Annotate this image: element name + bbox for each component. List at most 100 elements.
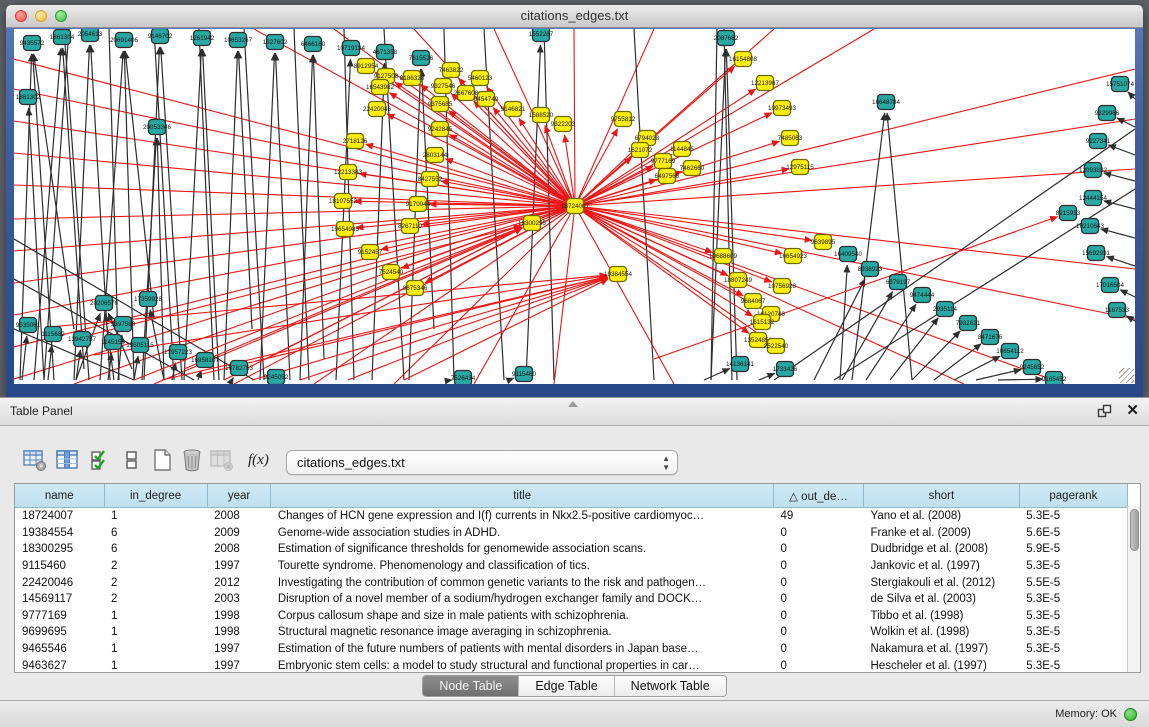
network-graph[interactable]: 1872400719384554183002959435572186130420…: [14, 29, 1135, 384]
graph-node[interactable]: 1167533: [1105, 303, 1130, 318]
graph-node[interactable]: 1144845: [670, 142, 695, 157]
graph-node[interactable]: 10756928: [768, 279, 797, 294]
table-cell[interactable]: Nakamura et al. (1997): [864, 641, 1020, 658]
table-cell[interactable]: 5.5E-5: [1019, 574, 1127, 591]
graph-node[interactable]: 5460123: [468, 71, 493, 86]
graph-node[interactable]: 8471676: [978, 330, 1003, 345]
table-cell[interactable]: 1998: [207, 624, 271, 641]
function-builder-icon[interactable]: f(x): [248, 447, 274, 473]
graph-node[interactable]: 9146821: [501, 102, 526, 117]
table-cell[interactable]: 18300295: [15, 541, 104, 558]
network-canvas[interactable]: 1872400719384554183002959435572186130420…: [14, 29, 1135, 384]
graph-node[interactable]: 18107552: [329, 194, 358, 209]
table-cell[interactable]: 5.3E-5: [1019, 558, 1127, 575]
column-header-indegree[interactable]: in_degree: [104, 484, 207, 508]
delete-column-icon[interactable]: [179, 447, 205, 473]
table-scrollbar-thumb[interactable]: [1130, 509, 1139, 551]
tab-network-table[interactable]: Network Table: [615, 676, 726, 696]
graph-node[interactable]: 16210643: [1076, 219, 1105, 234]
graph-node[interactable]: 9322203: [551, 117, 576, 132]
graph-node[interactable]: 1552287: [529, 29, 554, 42]
table-cell[interactable]: 0: [774, 657, 864, 673]
panel-resize-handle-icon[interactable]: [568, 401, 578, 407]
minimize-window-icon[interactable]: [35, 10, 47, 22]
table-cell[interactable]: Yano et al. (2008): [864, 508, 1020, 525]
table-cell[interactable]: 5.3E-5: [1019, 591, 1127, 608]
graph-node[interactable]: 7526434: [451, 371, 476, 385]
table-row[interactable]: 911546021997Tourette syndrome. Phenomeno…: [15, 558, 1128, 575]
table-cell[interactable]: 5.9E-5: [1019, 541, 1127, 558]
table-cell[interactable]: 9699695: [15, 624, 104, 641]
table-row[interactable]: 946554611997Estimation of the future num…: [15, 641, 1128, 658]
table-cell[interactable]: 2008: [207, 508, 271, 525]
graph-node[interactable]: 10654112: [996, 344, 1024, 359]
graph-node[interactable]: 4671358: [373, 45, 398, 60]
table-cell[interactable]: 2003: [207, 591, 271, 608]
table-row[interactable]: 2242004622012Investigating the contribut…: [15, 574, 1128, 591]
graph-node[interactable]: 9435572: [20, 36, 45, 51]
graph-node[interactable]: 9777169: [651, 154, 676, 169]
table-cell[interactable]: 2: [104, 574, 207, 591]
table-cell[interactable]: 2009: [207, 525, 271, 542]
table-cell[interactable]: 5.3E-5: [1019, 608, 1127, 625]
graph-node[interactable]: 10653267: [224, 33, 253, 48]
graph-node[interactable]: 9755812: [611, 112, 636, 127]
table-cell[interactable]: Hescheler et al. (1997): [864, 657, 1020, 673]
node-table[interactable]: namein_degreeyeartitle△ out_de…shortpage…: [14, 483, 1141, 673]
graph-node[interactable]: 2803144: [423, 148, 448, 163]
resize-grip-icon[interactable]: [1119, 368, 1134, 383]
table-settings-icon[interactable]: [22, 447, 48, 473]
graph-node[interactable]: 9329966: [1095, 106, 1120, 121]
table-row[interactable]: 1938455462009Genome-wide association stu…: [15, 525, 1128, 542]
zoom-window-icon[interactable]: [55, 10, 67, 22]
graph-node[interactable]: 9327546: [431, 79, 456, 94]
table-cell[interactable]: 1998: [207, 608, 271, 625]
graph-node[interactable]: 9639895: [811, 235, 836, 250]
graph-node[interactable]: 2718126: [343, 134, 368, 149]
select-columns-icon[interactable]: [88, 447, 114, 473]
graph-node[interactable]: 7463822: [439, 63, 464, 78]
table-cell[interactable]: 1: [104, 624, 207, 641]
table-cell[interactable]: Corpus callosum shape and size in male p…: [271, 608, 774, 625]
graph-node[interactable]: 7462660: [680, 161, 705, 176]
table-cell[interactable]: Jankovic et al. (1997): [864, 558, 1020, 575]
table-cell[interactable]: 6: [104, 541, 207, 558]
table-cell[interactable]: 6: [104, 525, 207, 542]
table-cell[interactable]: Embryonic stem cells: a model to study s…: [271, 657, 774, 673]
table-cell[interactable]: de Silva et al. (2003): [864, 591, 1020, 608]
table-cell[interactable]: 0: [774, 624, 864, 641]
table-cell[interactable]: 18724007: [15, 508, 104, 525]
graph-node[interactable]: 9245652: [1020, 360, 1045, 375]
table-cell[interactable]: 0: [774, 608, 864, 625]
float-panel-icon[interactable]: [1097, 404, 1112, 419]
graph-node[interactable]: 8938923: [858, 262, 883, 277]
table-cell[interactable]: 2: [104, 558, 207, 575]
graph-node[interactable]: 9115460: [512, 367, 537, 382]
column-view-icon[interactable]: [54, 447, 80, 473]
table-cell[interactable]: 1: [104, 508, 207, 525]
table-cell[interactable]: 0: [774, 525, 864, 542]
graph-node[interactable]: 16654923: [779, 249, 808, 264]
graph-node[interactable]: 9152457: [358, 245, 383, 260]
graph-node[interactable]: 15751074: [1106, 77, 1135, 92]
graph-node[interactable]: 9242845: [428, 122, 453, 137]
graph-node[interactable]: 10973493: [768, 101, 797, 116]
table-cell[interactable]: Investigating the contribution of common…: [271, 574, 774, 591]
graph-node[interactable]: 9474444: [910, 288, 935, 303]
table-cell[interactable]: 0: [774, 591, 864, 608]
graph-node[interactable]: 13505115: [126, 338, 154, 353]
table-cell[interactable]: 49: [774, 508, 864, 525]
graph-node[interactable]: 1861304: [50, 30, 75, 45]
graph-node[interactable]: 16958107: [191, 353, 220, 368]
column-header-outde[interactable]: △ out_de…: [774, 484, 864, 508]
graph-node[interactable]: 14136141: [726, 357, 755, 372]
graph-node[interactable]: 6466160: [301, 37, 326, 52]
graph-node[interactable]: 17359928: [134, 292, 163, 307]
table-cell[interactable]: 0: [774, 574, 864, 591]
graph-node[interactable]: 7524540: [379, 265, 404, 280]
graph-node[interactable]: 2054613: [78, 29, 103, 42]
graph-node[interactable]: 9245052: [264, 370, 289, 385]
graph-node[interactable]: 1733426: [773, 362, 798, 377]
graph-node[interactable]: 9165452: [1042, 372, 1067, 385]
graph-node[interactable]: 7615526: [409, 51, 434, 66]
